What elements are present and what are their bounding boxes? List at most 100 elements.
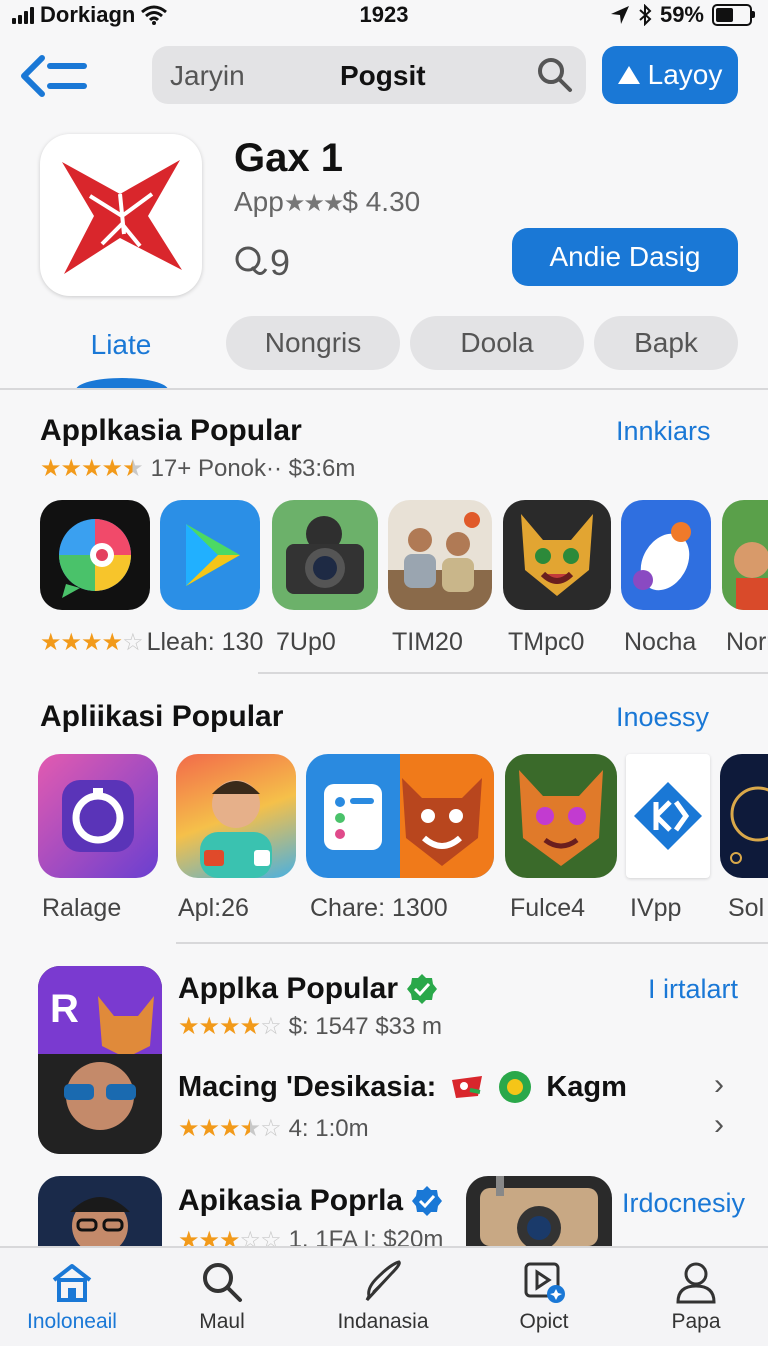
section3-row2-app: Kagm	[546, 1070, 627, 1103]
section1-caption-6: Norr	[726, 628, 768, 656]
tab-liate[interactable]: Liate	[60, 320, 182, 370]
section3-row2[interactable]: Macing 'Desikasia: Kagm	[178, 1070, 627, 1104]
battery-percent: 59%	[659, 2, 704, 27]
nav-media[interactable]: Opict	[474, 1248, 614, 1346]
back-icon[interactable]	[20, 52, 90, 100]
section1-see-all[interactable]: Innkiars	[616, 416, 711, 447]
section3-row2-rating: ★★★★☆ 4: 1:0m	[178, 1114, 369, 1143]
tabs-divider	[0, 388, 768, 390]
section4-rating: ★★★☆☆ 1. 1FA I: $20m	[178, 1226, 443, 1246]
search-query: Pogsit	[340, 60, 426, 91]
layout-button[interactable]: Layoy	[602, 46, 738, 104]
boy-avatar-icon[interactable]	[176, 754, 296, 878]
feather-icon	[365, 1260, 401, 1302]
verified-icon	[412, 1186, 443, 1216]
section4-title: Apikasia Poprla	[178, 1184, 404, 1217]
section2-caption-5: Fulce4	[510, 894, 586, 922]
search-icon	[203, 1263, 242, 1302]
photo-app-icon[interactable]	[388, 500, 492, 610]
person-icon	[676, 1262, 716, 1304]
fox-game-icon[interactable]	[503, 500, 611, 610]
section1-caption-5: Nocha	[624, 628, 697, 656]
battery-icon	[712, 4, 755, 26]
nav-search[interactable]: Maul	[152, 1248, 292, 1346]
upload-icon	[617, 66, 640, 84]
section3-row2-stars: ★★★★☆	[178, 1115, 282, 1142]
app-stars: ★★★	[283, 190, 345, 217]
section3-stars: ★★★★☆	[178, 1013, 282, 1040]
status-right: 59%	[610, 2, 755, 28]
mouse-app-icon[interactable]	[621, 500, 711, 610]
kx-app-icon[interactable]	[626, 754, 710, 878]
tab-bapk[interactable]: Bapk	[594, 316, 738, 370]
verified-icon	[407, 974, 438, 1004]
chat-app-icon[interactable]	[40, 500, 150, 610]
featured-app-icon[interactable]: R	[38, 966, 162, 1154]
person-app-icon[interactable]	[38, 1176, 162, 1246]
red-bird-icon	[452, 1076, 483, 1098]
section2-see-all[interactable]: Inoessy	[616, 702, 709, 733]
bluetooth-icon	[639, 4, 652, 26]
camera-app-icon[interactable]	[272, 500, 378, 610]
section1-title: Applkasia Popular	[40, 414, 302, 447]
kid-game-icon[interactable]	[722, 500, 768, 610]
section3-title: Applka Popular	[178, 972, 399, 1005]
nav-profile-label: Papa	[671, 1310, 721, 1333]
cat-game-icon[interactable]	[505, 754, 617, 878]
app-meta: App★★★$ 4.30	[234, 186, 420, 218]
section1-caption-1: Lleah: 130	[146, 628, 264, 656]
section2-caption-2: Apl:26	[178, 894, 249, 922]
section1-divider	[258, 672, 768, 674]
search-input[interactable]: Jaryin Pogsit	[152, 46, 586, 104]
section3-row2-title: Macing 'Desikasia:	[178, 1070, 437, 1103]
nav-profile[interactable]: Papa	[626, 1248, 766, 1346]
notes-app-icon[interactable]	[306, 754, 494, 878]
app-title: Gax 1	[234, 136, 343, 180]
section4-rating-text: 1. 1FA I: $20m	[288, 1226, 444, 1246]
camera-app-icon[interactable]	[466, 1176, 612, 1246]
section3-rating: ★★★★☆ $: 1547 $33 m	[178, 1012, 442, 1041]
section1-rating-text: 17+ Ponok·· $3:6m	[150, 454, 356, 482]
section1-item-rating: ★★★★☆ Lleah: 130	[40, 628, 263, 657]
chevron-right-icon[interactable]: ›	[714, 1068, 724, 1102]
status-bar: Dorkiagn 1923 59%	[0, 0, 768, 34]
play-store-icon[interactable]	[160, 500, 260, 610]
app-price: $ 4.30	[342, 186, 421, 217]
layout-button-label: Layoy	[647, 59, 723, 90]
section4-stars: ★★★☆☆	[178, 1227, 282, 1246]
section3-see-all[interactable]: I irtalart	[648, 974, 738, 1005]
tab-nongris[interactable]: Nongris	[226, 316, 400, 370]
app-info: 9	[234, 242, 290, 284]
section2-caption-4: 1300	[392, 894, 448, 922]
section1-rating: ★★★★★ 17+ Ponok·· $3:6m	[40, 454, 355, 483]
section1-caption-3: TIM20	[392, 628, 463, 656]
section1-item-stars: ★★★★☆	[40, 629, 144, 656]
section4-see-all[interactable]: Irdocnesiy	[622, 1188, 745, 1219]
svg-text:R: R	[50, 987, 79, 1031]
section4-header: Apikasia Poprla	[178, 1184, 443, 1218]
green-badge-icon	[499, 1071, 532, 1103]
nav-home-label: Inoloneail	[27, 1310, 117, 1333]
search-icon[interactable]	[536, 56, 574, 94]
section3-header: Applka Popular	[178, 972, 438, 1006]
get-button[interactable]: Andie Dasig	[512, 228, 738, 286]
nav-feather[interactable]: Indanasia	[313, 1248, 453, 1346]
section2-divider	[176, 942, 768, 944]
app-icon[interactable]	[40, 134, 202, 296]
location-icon	[610, 6, 629, 24]
timer-app-icon[interactable]	[38, 754, 158, 878]
nav-search-label: Maul	[199, 1310, 245, 1333]
app-info-value: 9	[270, 242, 291, 283]
tab-doola[interactable]: Doola	[410, 316, 584, 370]
search-info-icon	[235, 246, 268, 275]
chevron-right-icon[interactable]: ›	[714, 1108, 724, 1142]
section2-caption-3: Chare:	[310, 894, 386, 922]
space-app-icon[interactable]	[720, 754, 768, 878]
media-icon	[524, 1262, 565, 1303]
nav-feather-label: Indanasia	[337, 1310, 429, 1333]
section2-caption-7: Sol	[728, 894, 765, 922]
nav-home[interactable]: Inoloneail	[2, 1248, 142, 1346]
section1-stars: ★★★★★	[40, 455, 144, 482]
section3-rating-text: $: 1547 $33 m	[288, 1012, 443, 1040]
nav-media-label: Opict	[519, 1310, 569, 1333]
